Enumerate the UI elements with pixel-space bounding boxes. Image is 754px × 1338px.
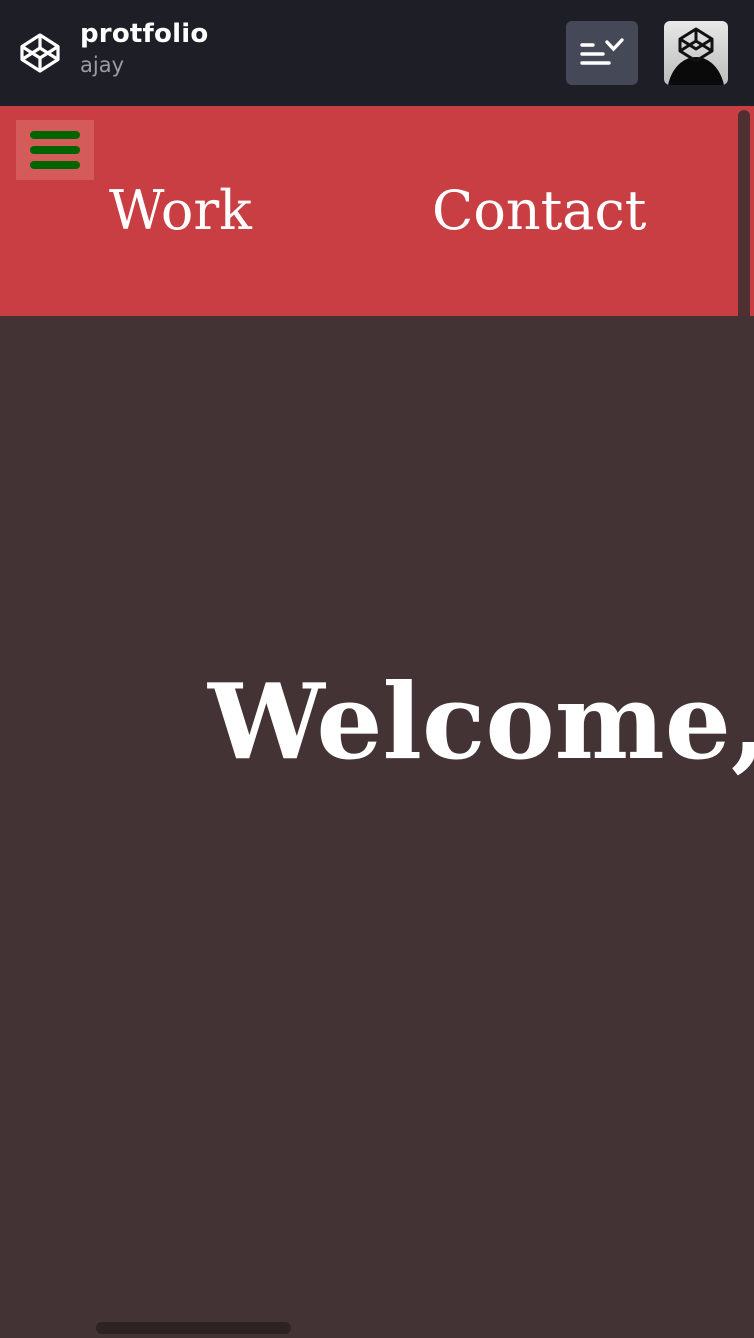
hamburger-menu-button[interactable] <box>16 120 94 180</box>
hamburger-line <box>30 161 80 169</box>
view-toggle-button[interactable] <box>566 21 638 85</box>
horizontal-scrollbar[interactable] <box>96 1322 291 1334</box>
pen-author[interactable]: ajay <box>80 50 208 80</box>
user-avatar-icon <box>668 27 724 85</box>
nav-link-work[interactable]: Work <box>109 176 252 246</box>
site-nav: Work Contact <box>0 106 754 316</box>
user-avatar[interactable] <box>664 21 728 85</box>
hamburger-line <box>30 131 80 139</box>
codepen-logo-icon[interactable] <box>18 31 62 75</box>
pen-titles: protfolio ajay <box>80 18 208 80</box>
hero-heading: Welcome, <box>208 660 754 783</box>
hamburger-line <box>30 146 80 154</box>
layout-list-check-icon <box>580 38 624 65</box>
nav-link-contact[interactable]: Contact <box>432 176 646 246</box>
hero-section: Welcome, <box>0 316 754 1338</box>
pen-title[interactable]: protfolio <box>80 18 208 50</box>
codepen-header: protfolio ajay <box>0 0 754 106</box>
